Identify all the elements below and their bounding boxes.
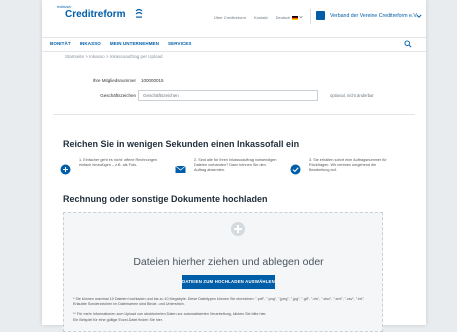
section-divider — [53, 114, 415, 115]
add-photo-icon — [60, 164, 71, 175]
step-3: 3. Sie erhalten sofort eine Auftragsnumm… — [290, 158, 395, 188]
step-3-text: 3. Sie erhalten sofort eine Auftragsnumm… — [309, 158, 387, 172]
language-select[interactable]: Deutsch — [276, 15, 304, 20]
step-2-text: 2. Sind alle für Ihren Inkassoauftrag no… — [194, 158, 277, 172]
upload-note-2: ** Für mehr Informationen zum Upload von… — [73, 312, 267, 316]
member-number-label: Ihre Mitgliedsnummer — [92, 78, 136, 83]
send-envelope-icon — [175, 165, 186, 173]
chevron-down-icon — [299, 15, 304, 19]
nav-items: BONITÄT INKASSO MEIN UNTERNEHMEN SERVICE… — [50, 41, 192, 46]
upload-note-3: Ein Beispiel für eine gültige Excel-Date… — [73, 318, 163, 322]
logo-mark-icon — [135, 9, 143, 18]
drop-text: Dateien hierher ziehen und ablegen oder — [133, 256, 324, 268]
select-files-button[interactable]: DATEIEN ZUM HOCHLADEN AUSWÄHLEN * — [182, 275, 275, 298]
reference-hint: optional, nicht änderbar — [330, 93, 374, 98]
step-1-text: 1. Einfacher geht es nicht: offene Rechn… — [79, 158, 158, 167]
nav-border — [42, 51, 426, 52]
nav-item-bonitaet[interactable]: BONITÄT — [50, 41, 71, 46]
association-icon — [316, 11, 325, 20]
step-2: 2. Sind alle für Ihren Inkassoauftrag no… — [175, 158, 280, 188]
top-links: Über Creditreform Kontakt Deutsch — [214, 15, 304, 20]
upload-heading: Rechnung oder sonstige Dokumente hochlad… — [63, 194, 268, 204]
reference-input[interactable] — [138, 90, 318, 101]
main-nav: BONITÄT INKASSO MEIN UNTERNEHMEN SERVICE… — [42, 38, 426, 51]
nav-item-services[interactable]: SERVICES — [168, 41, 191, 46]
checkmark-icon — [290, 164, 301, 175]
link-about[interactable]: Über Creditreform — [214, 15, 246, 20]
reference-label: Geschäftszeichen — [100, 93, 136, 98]
german-flag-icon — [292, 15, 299, 20]
step-1: 1. Einfacher geht es nicht: offene Rechn… — [60, 158, 165, 188]
association-chevron-icon[interactable] — [416, 13, 422, 19]
header-divider — [310, 9, 311, 24]
search-icon[interactable] — [404, 40, 412, 48]
upload-note-1: * Sie können maximal 10 Dateien hochlade… — [73, 297, 365, 306]
creditreform-logo[interactable]: Creditreform — [65, 9, 126, 20]
association-link[interactable]: Verband der Vereine Creditreform e.V. — [330, 13, 418, 19]
link-contact[interactable]: Kontakt — [254, 15, 268, 20]
steps-heading: Reichen Sie in wenigen Sekunden einen In… — [63, 139, 300, 149]
nav-item-mein-unternehmen[interactable]: MEIN UNTERNEHMEN — [110, 41, 159, 46]
member-number-value: 100000015 — [141, 78, 164, 83]
plus-icon — [231, 222, 245, 236]
breadcrumb: Startseite > Inkasso > Inkassoauftrag pe… — [65, 54, 163, 59]
nav-item-inkasso[interactable]: INKASSO — [80, 41, 101, 46]
